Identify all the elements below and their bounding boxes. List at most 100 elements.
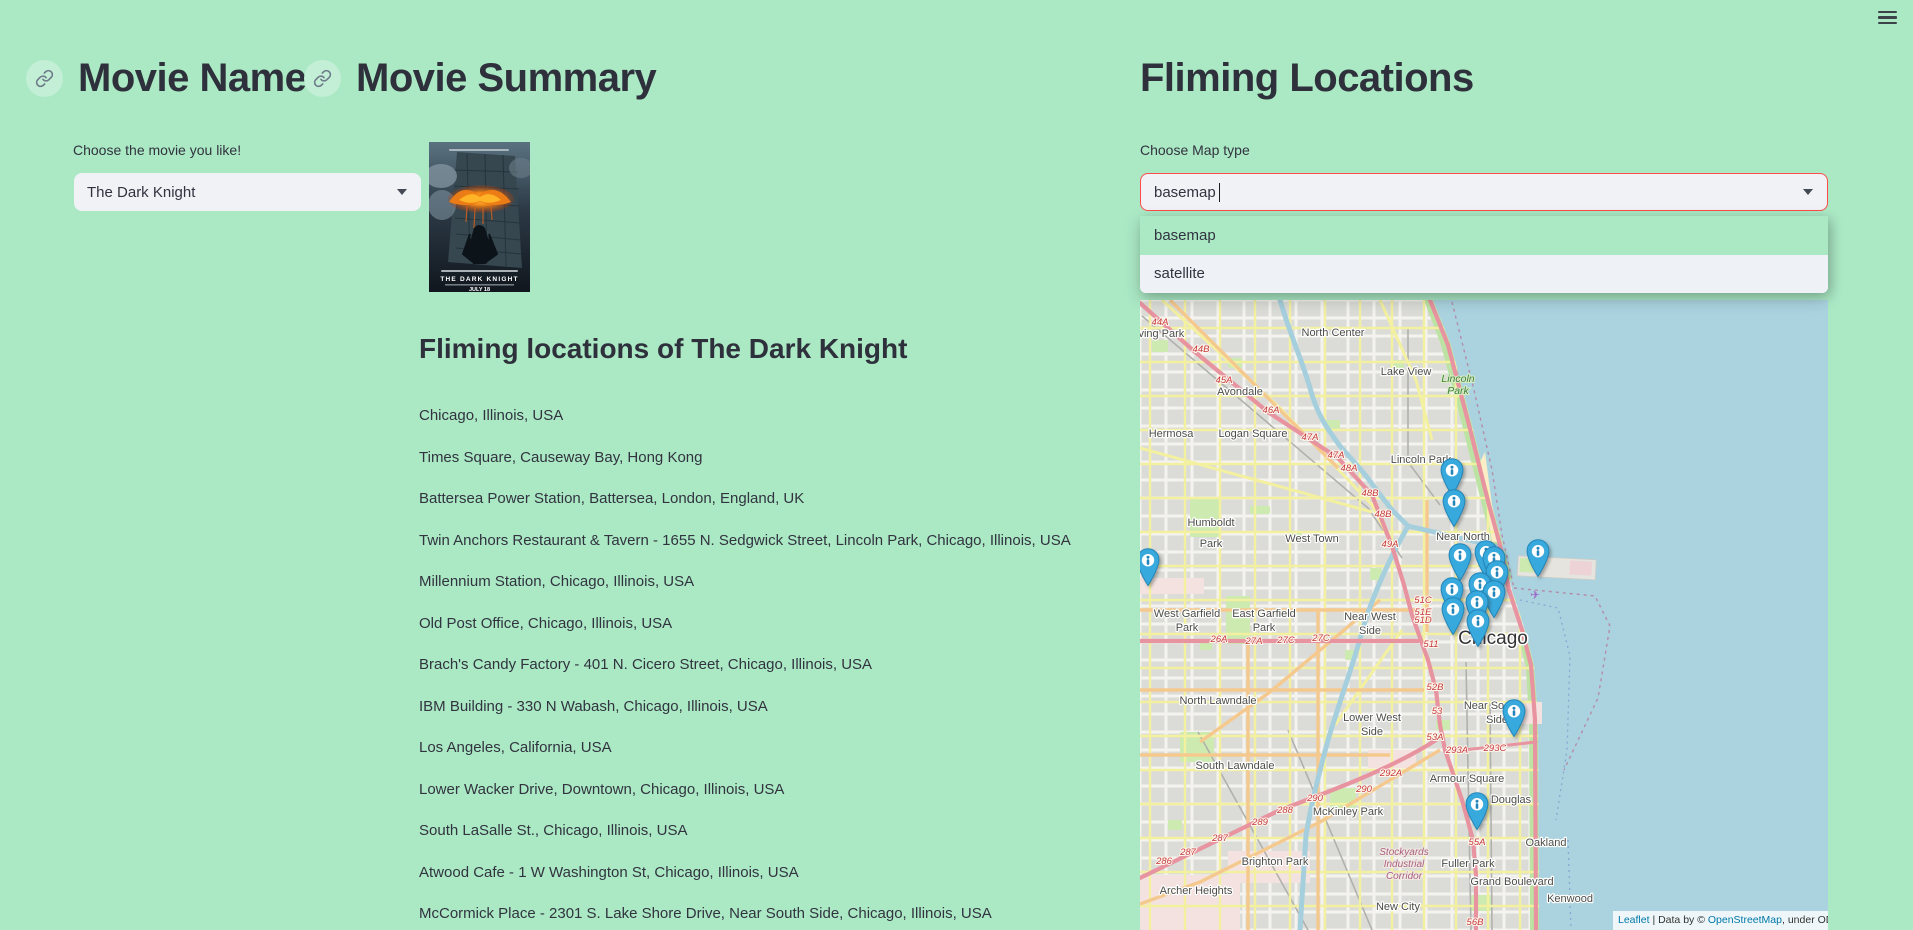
location-item: Chicago, Illinois, USA — [419, 406, 1071, 426]
map-type-select[interactable]: basemap — [1140, 173, 1828, 211]
map-place-label: Industrial — [1384, 859, 1425, 870]
map-place-label: North Lawndale — [1179, 695, 1256, 707]
map-type-dropdown: basemap satellite — [1140, 216, 1828, 293]
map-place-label: West Town — [1285, 533, 1338, 545]
anchor-link-icon[interactable] — [304, 60, 341, 97]
route-ref-label: 53 — [1432, 706, 1443, 717]
route-ref-label: 287 — [1211, 833, 1229, 844]
route-ref-label: 53A — [1427, 732, 1444, 743]
map-place-label: Humboldt — [1187, 517, 1234, 529]
route-ref-label: 292A — [1379, 768, 1402, 779]
route-ref-label: 288 — [1276, 805, 1294, 816]
locations-subheading: Fliming locations of The Dark Knight — [419, 333, 907, 365]
location-item: Millennium Station, Chicago, Illinois, U… — [419, 572, 1071, 592]
locations-list: Chicago, Illinois, USA Times Square, Cau… — [419, 406, 1071, 930]
map-place-label: Chicago — [1458, 628, 1528, 649]
map-place-label: Oakland — [1526, 837, 1567, 849]
hamburger-bar — [1878, 11, 1897, 13]
location-item: IBM Building - 330 N Wabash, Chicago, Il… — [419, 697, 1071, 717]
chevron-down-icon — [397, 189, 407, 195]
leaflet-map[interactable]: ✈ Irving Park North Center Lake View Avonda… — [1140, 300, 1828, 930]
map-place-label: Armour Square — [1430, 773, 1505, 785]
map-type-label: Choose Map type — [1140, 142, 1250, 158]
map-place-label: Stockyards — [1379, 847, 1428, 858]
route-ref-label: 46A — [1263, 405, 1280, 416]
link-icon — [35, 69, 54, 88]
map-place-label: Kenwood — [1547, 893, 1593, 905]
map-place-label: Side — [1359, 625, 1381, 637]
airport-icon: ✈ — [1530, 588, 1540, 602]
map-place-label: Side — [1361, 726, 1383, 738]
map-place-label: New City — [1376, 901, 1421, 913]
route-ref-label: 293A — [1445, 745, 1468, 756]
movie-summary-heading-row: Movie Summary — [304, 56, 656, 101]
map-place-label: Corridor — [1386, 871, 1423, 882]
leaflet-link[interactable]: Leaflet — [1618, 914, 1650, 926]
dropdown-option-basemap[interactable]: basemap — [1140, 216, 1828, 255]
route-ref-label: 511 — [1423, 639, 1438, 650]
route-ref-label: 52B — [1427, 682, 1445, 693]
movie-select[interactable]: The Dark Knight — [74, 173, 421, 211]
hamburger-bar — [1878, 22, 1897, 24]
movie-poster: THE DARK KNIGHT JULY 18 — [429, 142, 530, 292]
location-item: Lower Wacker Drive, Downtown, Chicago, I… — [419, 780, 1071, 800]
text-cursor — [1219, 183, 1221, 202]
map-place-label: Irving Park — [1140, 328, 1185, 340]
location-item: Atwood Cafe - 1 W Washington St, Chicago… — [419, 863, 1071, 883]
app-root: Movie Name Choose the movie you like! Th… — [0, 0, 1913, 930]
hamburger-bar — [1878, 16, 1897, 18]
dropdown-option-satellite[interactable]: satellite — [1140, 255, 1828, 294]
map-place-label: Archer Heights — [1160, 885, 1233, 897]
map-place-label: Park — [1200, 538, 1223, 550]
page-title-movie-summary: Movie Summary — [356, 56, 656, 101]
poster-title: THE DARK KNIGHT — [440, 276, 518, 283]
map-place-label: Grand Boulevard — [1470, 876, 1553, 888]
route-ref-label: 47A — [1302, 432, 1319, 443]
location-item: Los Angeles, California, USA — [419, 738, 1071, 758]
map-place-label: Hermosa — [1149, 428, 1195, 440]
map-place-label: Lincoln — [1441, 373, 1474, 385]
route-ref-label: 44A — [1152, 317, 1169, 328]
location-item: Old Post Office, Chicago, Illinois, USA — [419, 614, 1071, 634]
route-ref-label: 55A — [1469, 837, 1486, 848]
page-title-fliming-locations: Fliming Locations — [1140, 56, 1474, 101]
anchor-link-icon[interactable] — [26, 60, 63, 97]
map-place-label: Near West — [1344, 611, 1396, 623]
route-ref-label: 56B — [1467, 917, 1485, 928]
route-ref-label: 27C — [1311, 633, 1330, 644]
map-place-label: Douglas — [1491, 794, 1532, 806]
map-place-label: Near So — [1464, 700, 1504, 712]
map-type-select-value: basemap — [1154, 184, 1216, 201]
hamburger-menu-icon[interactable] — [1878, 11, 1897, 25]
map-place-label: Park — [1447, 385, 1469, 397]
route-ref-label: 287 — [1179, 847, 1197, 858]
map-attribution: Leaflet | Data by © OpenStreetMap, under… — [1613, 911, 1828, 930]
map-place-label: North Center — [1302, 327, 1365, 339]
page-title-movie-name: Movie Name — [78, 56, 306, 101]
map-place-label: Park — [1176, 622, 1199, 634]
route-ref-label: 51D — [1414, 615, 1432, 626]
map-place-label: East Garfield — [1232, 608, 1296, 620]
location-item: Times Square, Causeway Bay, Hong Kong — [419, 448, 1071, 468]
map-place-label: Lake View — [1381, 366, 1432, 378]
movie-name-heading-row: Movie Name — [26, 56, 306, 101]
movie-select-value: The Dark Knight — [87, 184, 397, 201]
chevron-down-icon — [1803, 189, 1813, 195]
route-ref-label: 48B — [1362, 488, 1380, 499]
fliming-locations-heading-row: Fliming Locations — [1140, 56, 1474, 101]
route-ref-label: 27C — [1276, 635, 1295, 646]
route-ref-label: 44B — [1193, 344, 1211, 355]
route-ref-label: 289 — [1251, 817, 1269, 828]
poster-date: JULY 18 — [469, 287, 490, 292]
osm-link[interactable]: OpenStreetMap — [1708, 914, 1782, 926]
movie-select-label: Choose the movie you like! — [73, 142, 241, 158]
map-place-label: Brighton Park — [1242, 856, 1309, 868]
route-ref-label: 48A — [1341, 463, 1358, 474]
route-ref-label: 26A — [1210, 634, 1228, 645]
route-ref-label: 293C — [1483, 743, 1507, 754]
map-place-label: Fuller Park — [1441, 858, 1495, 870]
route-ref-label: 51C — [1414, 595, 1432, 606]
map-place-label: McKinley Park — [1313, 806, 1384, 818]
map-place-label: Avondale — [1217, 386, 1263, 398]
route-ref-label: 45A — [1216, 375, 1233, 386]
